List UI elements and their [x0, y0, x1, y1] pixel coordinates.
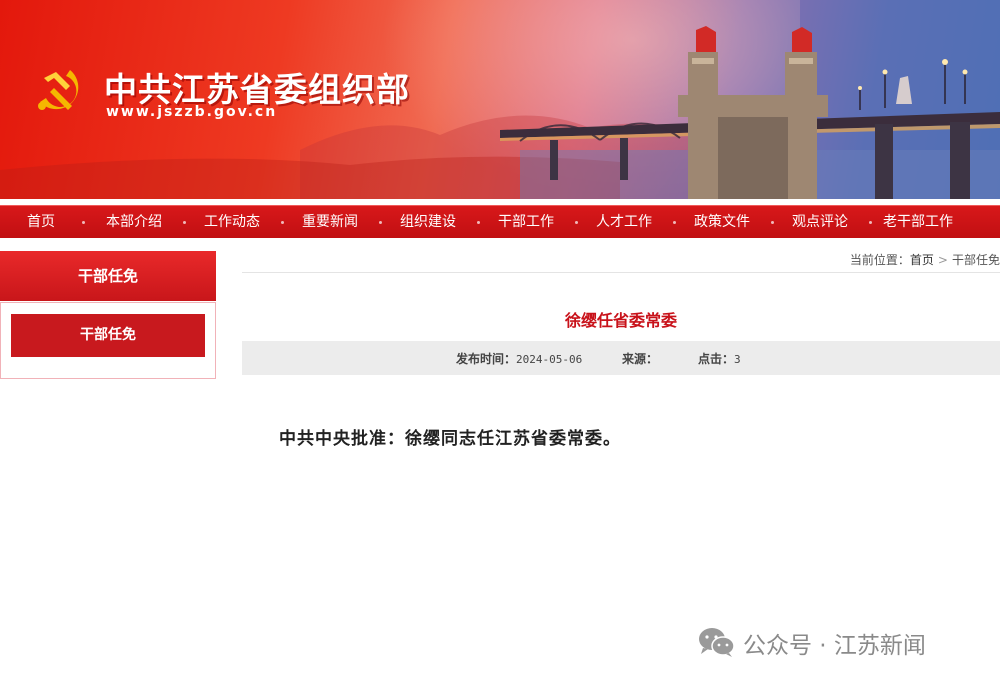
article-title: 徐缨任省委常委 [564, 311, 677, 330]
site-url[interactable]: www.jszzb.gov.cn [106, 104, 277, 120]
wechat-icon [699, 628, 735, 657]
article-body: 中共中央批准：徐缨同志任江苏省委常委。 [279, 429, 621, 449]
nav-retired-cadres[interactable]: 老干部工作 [872, 206, 964, 239]
breadcrumb-current-link[interactable]: 干部任免 [952, 253, 1000, 267]
source-label: 来源： [622, 352, 659, 366]
party-emblem-icon [38, 70, 79, 110]
click-count-value: 3 [734, 353, 741, 366]
site-banner: 中共江苏省委组织部 www.jszzb.gov.cn [0, 0, 1000, 199]
nav-talent-work[interactable]: 人才工作 [578, 206, 670, 239]
publish-time-label: 发布时间： [456, 352, 517, 366]
publish-time-value: 2024-05-06 [516, 353, 583, 366]
click-count: 点击：3 [698, 350, 741, 367]
nav-commentary[interactable]: 观点评论 [774, 206, 866, 239]
sidebar-item-cadre-appointments[interactable]: 干部任免 [11, 314, 205, 357]
nav-cadre-work[interactable]: 干部工作 [480, 206, 572, 239]
main-nav: 首页 本部介绍 工作动态 重要新闻 组织建设 干部工作 人才工作 政策文件 观点… [0, 205, 1000, 238]
article-source: 来源： [622, 350, 658, 367]
sidebar-header: 干部任免 [0, 251, 216, 301]
breadcrumb-prefix: 当前位置： [849, 253, 910, 267]
breadcrumb-separator: > [937, 253, 948, 267]
breadcrumb-divider [242, 272, 1000, 273]
nav-policy-docs[interactable]: 政策文件 [676, 206, 768, 239]
page: 中共江苏省委组织部 www.jszzb.gov.cn 首页 本部介绍 工作动态 … [0, 0, 1000, 683]
breadcrumb-home-link[interactable]: 首页 [910, 253, 934, 267]
click-count-label: 点击： [698, 352, 735, 366]
nav-divider [82, 221, 85, 224]
nav-about[interactable]: 本部介绍 [88, 206, 180, 239]
publish-time: 发布时间：2024-05-06 [456, 350, 582, 367]
breadcrumb: 当前位置：首页 > 干部任免 [850, 251, 1000, 268]
nav-important-news[interactable]: 重要新闻 [284, 206, 376, 239]
article-meta-bar: 发布时间：2024-05-06 来源： 点击：3 [242, 341, 1000, 375]
sidebar-menu: 干部任免 [0, 302, 216, 379]
nav-work-news[interactable]: 工作动态 [186, 206, 278, 239]
nav-home[interactable]: 首页 [0, 206, 82, 239]
watermark-text: 公众号 · 江苏新闻 [743, 633, 926, 659]
nav-org-building[interactable]: 组织建设 [382, 206, 474, 239]
